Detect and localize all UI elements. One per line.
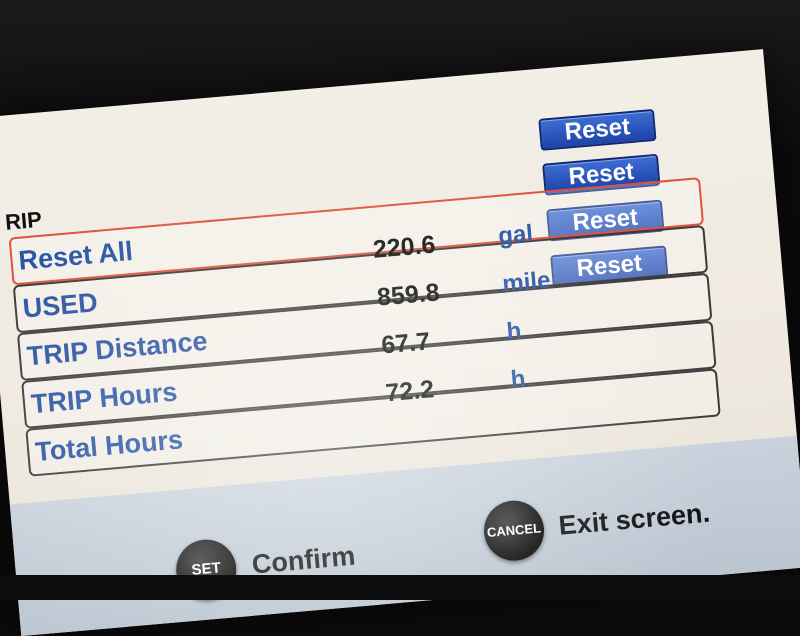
screen-title: RIP bbox=[4, 206, 43, 235]
row-label: TRIP Distance bbox=[25, 325, 209, 372]
total-hours-value: 72.2 bbox=[384, 375, 436, 408]
row-label: Reset All bbox=[17, 235, 135, 276]
fuel-used-value: 220.6 bbox=[371, 230, 437, 264]
row-label: Total Hours bbox=[34, 424, 185, 468]
trip-hours-unit: h bbox=[505, 317, 523, 346]
trip-distance-unit: mile bbox=[501, 266, 552, 298]
trip-screen: RIP Reset Reset Reset Reset Reset All US… bbox=[0, 49, 800, 636]
device-bezel-bottom bbox=[0, 575, 800, 600]
exit-screen-label: Exit screen. bbox=[557, 497, 712, 541]
trip-hours-value: 67.7 bbox=[380, 327, 432, 360]
total-hours-unit: h bbox=[509, 365, 527, 394]
trip-distance-value: 859.8 bbox=[375, 278, 441, 312]
reset-all-button[interactable]: Reset bbox=[538, 108, 657, 151]
row-label: TRIP Hours bbox=[29, 376, 179, 420]
fuel-used-unit: gal bbox=[497, 219, 535, 250]
row-label: USED bbox=[21, 287, 99, 324]
cancel-key[interactable]: CANCEL bbox=[481, 498, 547, 564]
